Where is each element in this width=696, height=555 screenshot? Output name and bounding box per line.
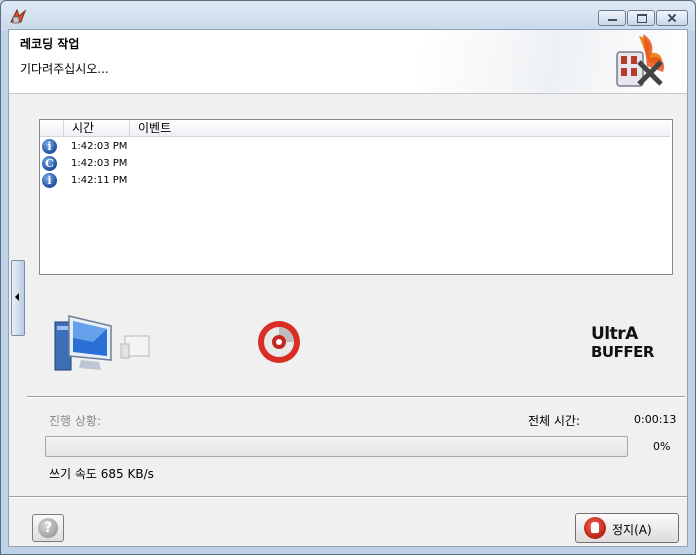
- minimize-button[interactable]: [598, 10, 626, 26]
- dialog-header: 레코딩 작업 기다려주십시오...: [9, 30, 687, 94]
- help-button[interactable]: ?: [32, 514, 64, 542]
- progress-label: 진행 상황:: [49, 414, 102, 428]
- collapse-panel-tab[interactable]: [11, 260, 25, 336]
- help-icon: ?: [38, 518, 58, 538]
- maximize-button[interactable]: [627, 10, 655, 26]
- title-bar[interactable]: [1, 1, 695, 29]
- event-time: 1:42:03 PM: [71, 141, 128, 152]
- event-time: 1:42:03 PM: [71, 158, 128, 169]
- header-subtitle: 기다려주십시오...: [20, 62, 109, 76]
- stop-button[interactable]: 정지(A): [575, 513, 679, 543]
- info-icon: i: [42, 173, 57, 188]
- column-header-icon[interactable]: [40, 120, 64, 136]
- info-icon: i: [42, 139, 57, 154]
- svg-text:BUFFER: BUFFER: [591, 343, 655, 360]
- computer-icon: [54, 315, 150, 371]
- column-header-event[interactable]: 이벤트: [130, 120, 670, 136]
- total-time-value: 0:00:13: [634, 413, 677, 426]
- stop-button-label: 정지(A): [612, 523, 652, 537]
- list-item[interactable]: C 1:42:03 PM: [42, 156, 662, 172]
- footer-divider: [9, 496, 687, 498]
- dialog-body: 레코딩 작업 기다려주십시오... 시간 이벤트 i 1:42:03 PM C …: [8, 29, 688, 547]
- section-divider: [27, 396, 685, 398]
- nero-burning-logo: [616, 34, 665, 87]
- stop-hand-icon: [584, 517, 606, 539]
- burning-disc-icon: [258, 321, 300, 363]
- progress-percent: 0%: [653, 440, 671, 453]
- write-speed: 쓰기 속도 685 KB/s: [49, 467, 154, 481]
- app-icon: [10, 8, 27, 24]
- total-time-label: 전체 시간:: [528, 414, 581, 428]
- list-header: 시간 이벤트: [40, 120, 670, 137]
- ultrabuffer-logo: UltrA BUFFER: [591, 324, 655, 360]
- event-log-list[interactable]: 시간 이벤트 i 1:42:03 PM C 1:42:03 PM i 1:42:…: [39, 119, 673, 275]
- list-item[interactable]: i 1:42:11 PM: [42, 173, 662, 189]
- progress-bar: [45, 436, 628, 457]
- svg-text:UltrA: UltrA: [591, 324, 639, 344]
- close-button[interactable]: [656, 10, 688, 26]
- header-title: 레코딩 작업: [20, 37, 80, 51]
- list-item[interactable]: i 1:42:03 PM: [42, 139, 662, 155]
- event-time: 1:42:11 PM: [71, 175, 128, 186]
- column-header-time[interactable]: 시간: [64, 120, 130, 136]
- disc-event-icon: C: [42, 156, 57, 171]
- recording-window: 레코딩 작업 기다려주십시오... 시간 이벤트 i 1:42:03 PM C …: [0, 0, 696, 555]
